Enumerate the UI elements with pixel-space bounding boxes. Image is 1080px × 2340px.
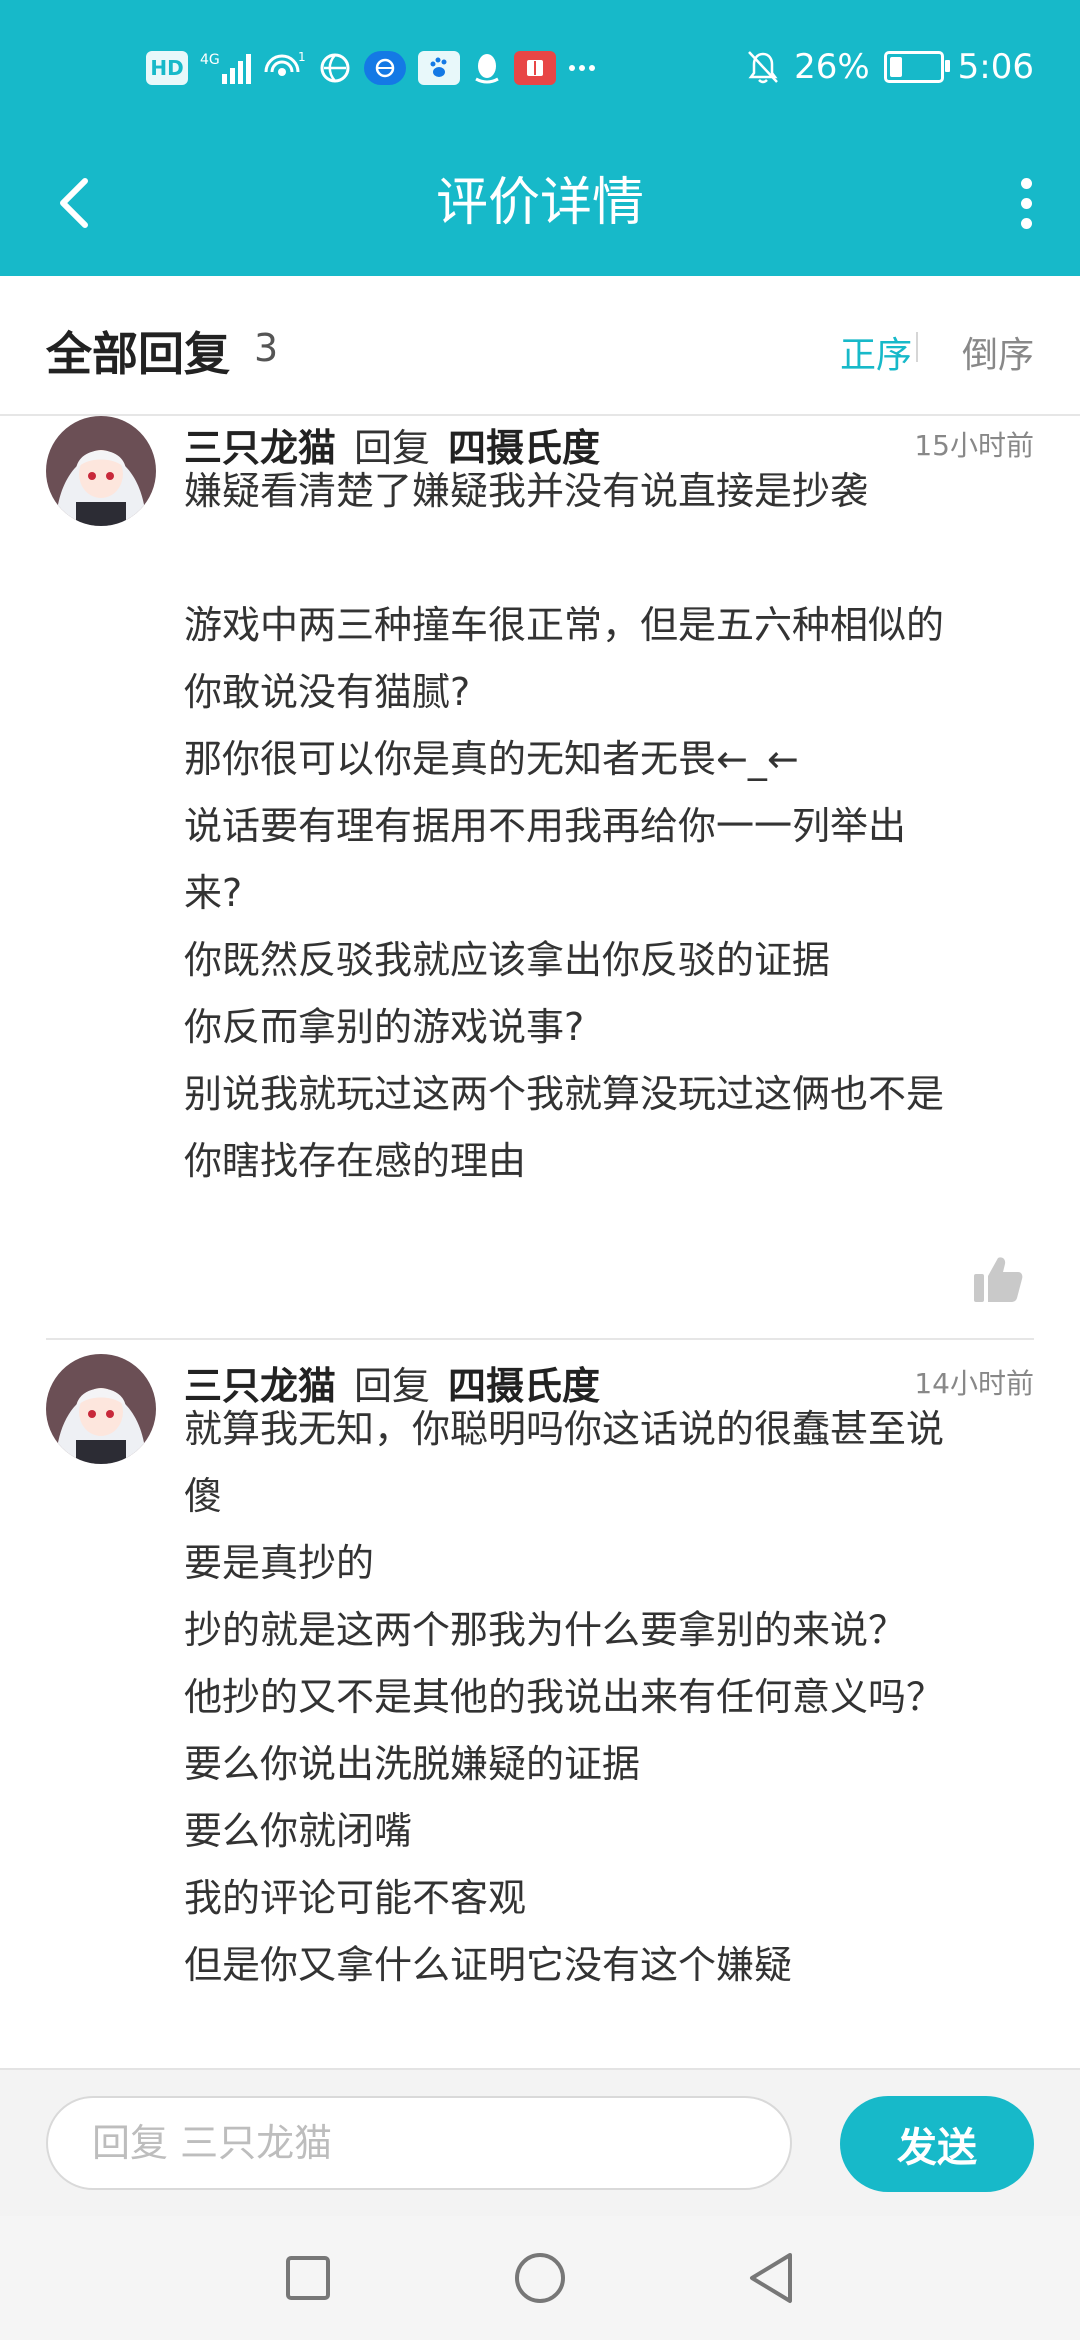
comment-line — [184, 525, 1034, 592]
comment-line: 要么你就闭嘴 — [184, 1809, 413, 1853]
page-title: 评价详情 — [435, 173, 644, 233]
like-button[interactable] — [972, 1254, 1024, 1304]
more-dots-icon — [568, 63, 596, 73]
comment-line: 抄的就是这两个那我为什么要拿别的来说？ — [184, 1608, 907, 1652]
comment-line: 要是真抄的 — [184, 1541, 375, 1585]
comment-line: 傻 — [184, 1474, 223, 1518]
mute-bell-icon — [746, 49, 780, 85]
status-icons-left: HD 4G 1 — [146, 44, 596, 92]
comment-line: 游戏中两三种撞车很正常，但是五六种相似的 — [184, 603, 945, 647]
reader-icon — [514, 51, 556, 85]
comment-line: 来? — [184, 871, 243, 915]
vpn-icon — [318, 51, 352, 85]
sort-descending-button[interactable]: 倒序 — [962, 326, 1034, 378]
home-button[interactable] — [508, 2246, 572, 2310]
comment-item: 三只龙猫 回复 四摄氏度 14小时前 就算我无知，你聪明吗你这话说的很蠢甚至说 … — [0, 1340, 1080, 2068]
app-header: HD 4G 1 26% 5:06 评价详情 — [0, 0, 1080, 276]
qq-icon — [472, 51, 502, 85]
sort-ascending-button[interactable]: 正序 — [840, 326, 912, 378]
comment-line: 我的评论可能不客观 — [184, 1876, 527, 1920]
browser-icon — [364, 51, 406, 85]
reply-bar: 发送 — [0, 2068, 1080, 2218]
more-vertical-icon — [1020, 177, 1032, 189]
comment-line: 你既然反驳我就应该拿出你反驳的证据 — [184, 938, 831, 982]
circle-icon — [515, 2253, 565, 2303]
comment-line: 你敢说没有猫腻? — [184, 670, 471, 714]
status-icons-right: 26% 5:06 — [746, 42, 1034, 92]
more-menu-button[interactable] — [996, 160, 1056, 246]
comment-line: 但是你又拿什么证明它没有这个嫌疑 — [184, 1943, 793, 1987]
battery-fill — [889, 57, 902, 77]
comment-body: 嫌疑看清楚了嫌疑我并没有说直接是抄袭 游戏中两三种撞车很正常，但是五六种相似的 … — [184, 458, 1034, 1195]
comment-line: 你瞎找存在感的理由 — [184, 1139, 527, 1183]
hotspot-icon: 1 — [264, 50, 306, 86]
battery-percent: 26% — [794, 47, 870, 87]
comment-line: 他抄的又不是其他的我说出来有任何意义吗？ — [184, 1675, 945, 1719]
triangle-back-icon — [750, 2253, 792, 2303]
comment-line: 嫌疑看清楚了嫌疑我并没有说直接是抄袭 — [184, 469, 869, 513]
system-nav-bar — [0, 2216, 1080, 2340]
battery-icon — [883, 51, 950, 83]
baidu-icon — [418, 51, 460, 85]
comment-body: 就算我无知，你聪明吗你这话说的很蠢甚至说 傻 要是真抄的 抄的就是这两个那我为什… — [184, 1396, 1034, 1999]
clock: 5:06 — [957, 47, 1034, 87]
send-button[interactable]: 发送 — [840, 2096, 1034, 2192]
recents-button[interactable] — [276, 2246, 340, 2310]
svg-text:4G: 4G — [200, 52, 220, 68]
avatar[interactable] — [46, 416, 156, 526]
sort-divider — [916, 332, 918, 362]
comment-line: 那你很可以你是真的无知者无畏←_← — [184, 737, 799, 781]
comment-item: 三只龙猫 回复 四摄氏度 15小时前 嫌疑看清楚了嫌疑我并没有说直接是抄袭 游戏… — [0, 416, 1080, 1340]
nav-bar: 评价详情 — [0, 130, 1080, 276]
comment-line: 别说我就玩过这两个我就算没玩过这俩也不是 — [184, 1072, 945, 1116]
replies-title: 全部回复 — [46, 327, 230, 381]
svg-text:1: 1 — [298, 50, 306, 64]
comment-list[interactable]: 三只龙猫 回复 四摄氏度 15小时前 嫌疑看清楚了嫌疑我并没有说直接是抄袭 游戏… — [0, 416, 1080, 2068]
thumbs-up-icon — [974, 1257, 1023, 1302]
avatar[interactable] — [46, 1354, 156, 1464]
replies-header: 全部回复 3 正序 倒序 — [0, 276, 1080, 416]
comment-line: 说话要有理有据用不用我再给你一一列举出 — [184, 804, 907, 848]
4g-signal-icon: 4G — [200, 50, 252, 86]
comment-line: 就算我无知，你聪明吗你这话说的很蠢甚至说 — [184, 1407, 945, 1451]
status-bar: HD 4G 1 26% 5:06 — [0, 0, 1080, 130]
square-icon — [286, 2256, 330, 2300]
hd-icon: HD — [146, 51, 188, 85]
reply-input[interactable] — [46, 2096, 792, 2190]
comment-line: 要么你说出洗脱嫌疑的证据 — [184, 1742, 641, 1786]
back-nav-button[interactable] — [740, 2246, 804, 2310]
replies-count: 3 — [254, 326, 279, 370]
comment-line: 你反而拿别的游戏说事? — [184, 1005, 585, 1049]
